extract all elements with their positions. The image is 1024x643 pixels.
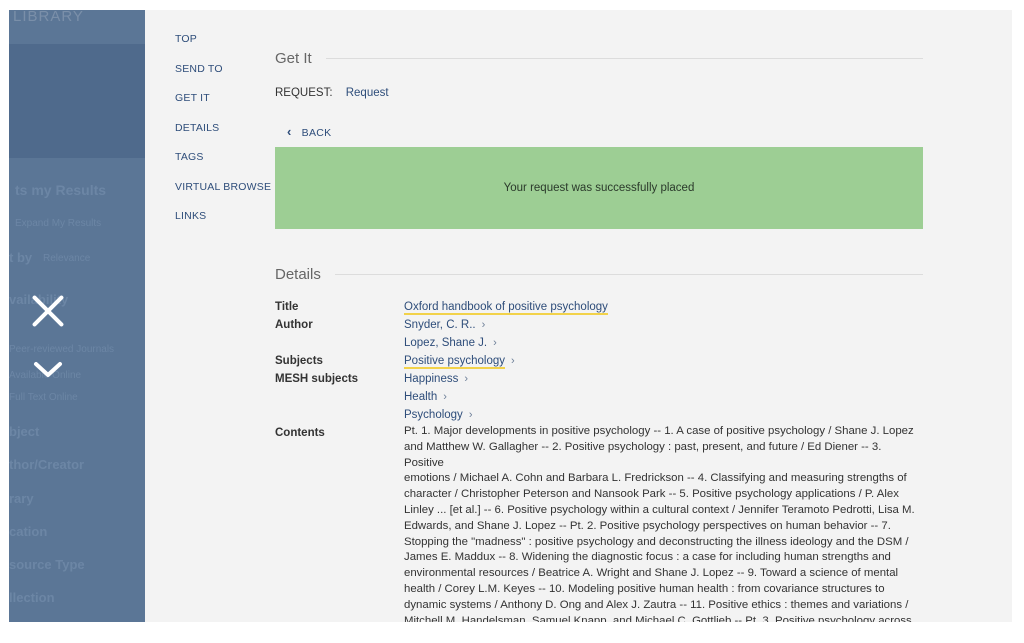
request-line: REQUEST: Request (275, 87, 389, 99)
success-message: Your request was successfully placed (503, 182, 695, 194)
ghost-text: bject (9, 424, 40, 439)
chevron-down-icon[interactable] (33, 360, 63, 380)
details-list: Title Oxford handbook of positive psycho… (275, 298, 923, 622)
nav-link-get-it[interactable]: GET IT (175, 91, 271, 121)
nav-link-details[interactable]: DETAILS (175, 121, 271, 151)
detail-row-author: Author Snyder, C. R.. › Lopez, Shane J. › (275, 316, 923, 352)
nav-link-virtual-browse[interactable]: VIRTUAL BROWSE (175, 180, 271, 210)
back-button[interactable]: ‹ BACK (287, 124, 331, 139)
contents-line: Edwards, and Shane J. Lopez -- Pt. 2. Po… (404, 519, 891, 532)
author-link[interactable]: Lopez, Shane J. › (404, 334, 923, 352)
contents-line: dynamic systems / Anthony D. Ong and Ale… (404, 598, 909, 611)
contents-line: and Matthew W. Gallagher -- 2. Positive … (404, 440, 882, 469)
contents-line: Pt. 1. Major developments in positive ps… (404, 425, 914, 437)
contents-line: health / Corey L.M. Keyes -- 10. Modelin… (404, 582, 885, 595)
detail-row-contents: Contents Pt. 1. Major developments in po… (275, 424, 923, 622)
divider (334, 274, 923, 275)
contents-line: Mitchell M. Handelsman, Samuel Knapp, an… (404, 614, 912, 622)
contents-line: Linley ... [et al.] -- 6. Positive psych… (404, 503, 915, 516)
chevron-right-icon: › (468, 409, 473, 421)
ghost-text: Expand My Results (15, 218, 102, 229)
section-nav: TOP SEND TO GET IT DETAILS TAGS VIRTUAL … (175, 32, 271, 239)
contents-line: emotions / Michael A. Cohn and Barbara L… (404, 472, 907, 485)
library-logo: LIBRARY (13, 10, 84, 25)
overlay-header-block (9, 44, 145, 158)
chevron-right-icon: › (464, 373, 469, 385)
page-frame: LIBRARY ts my Results Expand My Results … (9, 10, 1012, 622)
chevron-right-icon: › (493, 337, 497, 349)
details-heading: Details (275, 266, 321, 283)
nav-link-top[interactable]: TOP (175, 32, 271, 62)
details-header: Details (275, 266, 923, 283)
ghost-text: Peer-reviewed Journals (9, 344, 115, 355)
get-it-header: Get It (275, 50, 923, 67)
facet-overlay-panel: LIBRARY ts my Results Expand My Results … (9, 10, 145, 622)
detail-row-mesh: MESH subjects Happiness › Health › Psychol… (275, 370, 923, 424)
author-label: Author (275, 319, 313, 331)
contents-label: Contents (275, 427, 325, 439)
title-label: Title (275, 301, 299, 313)
success-message-banner: Your request was successfully placed (275, 147, 923, 229)
mesh-link[interactable]: Psychology › (404, 406, 923, 424)
ghost-text: thor/Creator (9, 457, 85, 472)
contents-line: James E. Maddux -- 8. Widening the diagn… (404, 551, 891, 564)
contents-line: Stopping the "madness" : positive psycho… (404, 535, 909, 548)
ghost-text: rary (9, 491, 34, 506)
contents-line: character / Christopher Peterson and Nan… (404, 488, 899, 501)
ghost-text: Relevance (43, 253, 91, 264)
ghost-text: llection (9, 590, 55, 605)
ghost-text: source Type (9, 557, 85, 572)
chevron-left-icon: ‹ (287, 124, 292, 139)
nav-link-tags[interactable]: TAGS (175, 150, 271, 180)
nav-link-send-to[interactable]: SEND TO (175, 62, 271, 92)
ghost-text: t by (9, 250, 33, 265)
detail-row-title: Title Oxford handbook of positive psycho… (275, 298, 923, 316)
request-value: Request (345, 87, 389, 99)
mesh-link[interactable]: Happiness › (404, 370, 923, 388)
detail-row-subjects: Subjects Positive psychology › (275, 352, 923, 370)
ghost-text: Full Text Online (9, 392, 78, 403)
title-value: Oxford handbook of positive psychology (404, 301, 608, 315)
main-content: Get It REQUEST: Request ‹ BACK Your reque… (275, 50, 923, 622)
chevron-right-icon: › (511, 355, 515, 367)
contents-line: environmental resources / Beatrice A. Wr… (404, 567, 899, 580)
close-icon[interactable] (29, 292, 67, 330)
mesh-link[interactable]: Health › (404, 388, 923, 406)
contents-text: Pt. 1. Major developments in positive ps… (404, 424, 923, 622)
chevron-right-icon: › (481, 319, 486, 331)
ghost-text: cation (9, 524, 48, 539)
mesh-subjects-label: MESH subjects (275, 373, 359, 385)
ghost-text: ts my Results (15, 182, 107, 198)
subject-link[interactable]: Positive psychology › (404, 352, 923, 370)
nav-link-links[interactable]: LINKS (175, 209, 271, 239)
author-link[interactable]: Snyder, C. R.. › (404, 316, 923, 334)
back-label: BACK (301, 127, 332, 139)
divider (325, 58, 923, 59)
request-label: REQUEST: (275, 87, 333, 99)
subjects-label: Subjects (275, 355, 323, 367)
chevron-right-icon: › (443, 391, 447, 403)
get-it-heading: Get It (275, 50, 312, 67)
